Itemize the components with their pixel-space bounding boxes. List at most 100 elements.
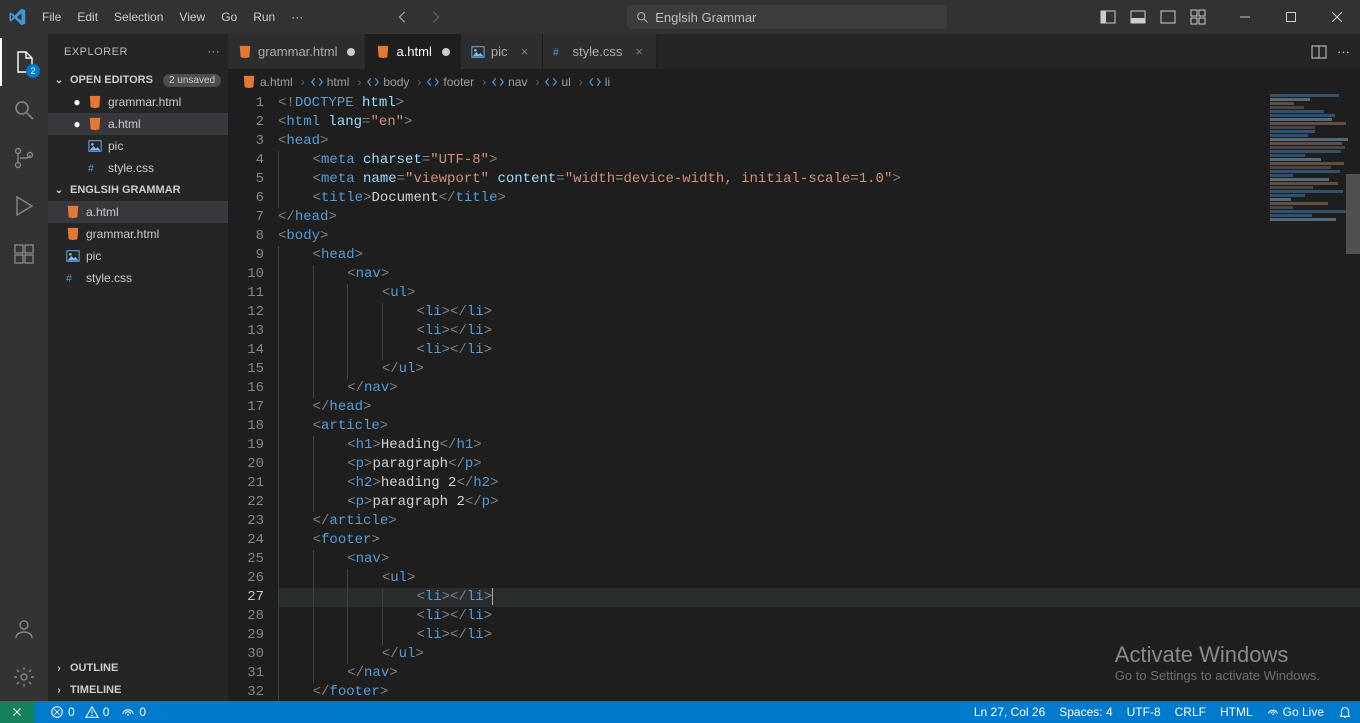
svg-text:#: #	[88, 163, 94, 175]
svg-text:#: #	[553, 46, 559, 58]
dirty-indicator-icon	[442, 48, 450, 56]
activity-explorer-icon[interactable]: 2	[0, 38, 48, 86]
status-notifications-icon[interactable]	[1338, 705, 1352, 719]
status-errors[interactable]: 0 0	[50, 705, 109, 719]
chevron-down-icon: ⌄	[52, 75, 66, 86]
open-editor-item[interactable]: ●grammar.html	[48, 91, 228, 113]
file-css-icon: #	[66, 271, 80, 285]
activity-settings-icon[interactable]	[0, 653, 48, 701]
status-bar: 0 0 0 Ln 27, Col 26 Spaces: 4 UTF-8 CRLF…	[0, 701, 1360, 723]
editor-area: grammar.htmla.htmlpic×#style.css× ··· a.…	[228, 34, 1360, 701]
symbol-element-icon	[311, 76, 323, 88]
activity-accounts-icon[interactable]	[0, 605, 48, 653]
file-html-icon	[242, 75, 256, 89]
close-icon[interactable]: ×	[632, 44, 646, 59]
layout-customize-icon[interactable]	[1184, 3, 1212, 31]
outline-header[interactable]: › OUTLINE	[48, 657, 228, 679]
layout-toggle-panel-icon[interactable]	[1124, 3, 1152, 31]
breadcrumb-item[interactable]: nav›	[492, 75, 543, 89]
command-center-search[interactable]: Englsih Grammar	[627, 5, 947, 29]
code-content[interactable]: <!DOCTYPE html><html lang="en"><head> <m…	[278, 94, 1360, 701]
chevron-right-icon: ›	[52, 685, 66, 696]
activity-search-icon[interactable]	[0, 86, 48, 134]
menu-item-selection[interactable]: Selection	[106, 0, 171, 34]
watermark-title: Activate Windows	[1115, 642, 1320, 668]
menu-more[interactable]: ···	[283, 0, 311, 34]
layout-toggle-sidebar-icon[interactable]	[1094, 3, 1122, 31]
open-editor-item[interactable]: #style.css	[48, 157, 228, 179]
close-icon[interactable]: ×	[518, 44, 532, 59]
menu-item-edit[interactable]: Edit	[69, 0, 106, 34]
symbol-element-icon	[427, 76, 439, 88]
unsaved-badge: 2 unsaved	[163, 74, 221, 87]
open-editor-item[interactable]: ●a.html	[48, 113, 228, 135]
more-actions-icon[interactable]: ···	[1337, 44, 1350, 59]
file-html-icon	[376, 45, 390, 59]
vertical-scrollbar[interactable]	[1346, 94, 1360, 701]
windows-activation-watermark: Activate Windows Go to Settings to activ…	[1115, 642, 1320, 683]
folder-file-item[interactable]: #style.css	[48, 267, 228, 289]
folder-file-item[interactable]: pic	[48, 245, 228, 267]
open-editors-header[interactable]: ⌄ OPEN EDITORS 2 unsaved	[48, 69, 228, 91]
breadcrumb-item[interactable]: li	[589, 75, 610, 89]
layout-toggle-secondary-icon[interactable]	[1154, 3, 1182, 31]
nav-back-icon[interactable]	[391, 5, 415, 29]
window-close-icon[interactable]	[1314, 0, 1360, 34]
activity-extensions-icon[interactable]	[0, 230, 48, 278]
sidebar-title: EXPLORER	[64, 46, 128, 58]
status-encoding[interactable]: UTF-8	[1127, 705, 1161, 719]
breadcrumb-item[interactable]: html›	[311, 75, 366, 89]
nav-forward-icon[interactable]	[423, 5, 447, 29]
breadcrumb-item[interactable]: body›	[367, 75, 425, 89]
breadcrumb-item[interactable]: footer›	[427, 75, 490, 89]
folder-header[interactable]: ⌄ ENGLSIH GRAMMAR	[48, 179, 228, 201]
activity-run-debug-icon[interactable]	[0, 182, 48, 230]
title-bar: FileEditSelectionViewGoRun ··· Englsih G…	[0, 0, 1360, 34]
search-icon	[636, 11, 649, 24]
file-html-icon	[66, 205, 80, 219]
outline-label: OUTLINE	[70, 662, 118, 674]
sidebar-more-icon[interactable]: ···	[208, 46, 221, 58]
editor-body[interactable]: 1234567891011121314151617181920212223242…	[228, 94, 1360, 701]
status-spaces[interactable]: Spaces: 4	[1059, 705, 1112, 719]
breadcrumbs[interactable]: a.html›html›body›footer›nav›ul›li	[228, 69, 1360, 94]
menu-item-file[interactable]: File	[34, 0, 69, 34]
window-minimize-icon[interactable]	[1222, 0, 1268, 34]
tab-pic[interactable]: pic×	[461, 34, 543, 69]
timeline-header[interactable]: › TIMELINE	[48, 679, 228, 701]
status-language[interactable]: HTML	[1220, 705, 1253, 719]
file-html-icon	[66, 227, 80, 241]
activity-source-control-icon[interactable]	[0, 134, 48, 182]
folder-file-item[interactable]: a.html	[48, 201, 228, 223]
status-eol[interactable]: CRLF	[1175, 705, 1206, 719]
search-text: Englsih Grammar	[655, 10, 756, 25]
file-image-icon	[66, 249, 80, 263]
open-editor-item[interactable]: pic	[48, 135, 228, 157]
split-editor-icon[interactable]	[1311, 44, 1327, 60]
menu-item-go[interactable]: Go	[213, 0, 245, 34]
tab-style-css[interactable]: #style.css×	[543, 34, 658, 69]
folder-file-item[interactable]: grammar.html	[48, 223, 228, 245]
breadcrumb-item[interactable]: a.html›	[242, 75, 309, 89]
menu-item-view[interactable]: View	[171, 0, 213, 34]
window-maximize-icon[interactable]	[1268, 0, 1314, 34]
line-gutter: 1234567891011121314151617181920212223242…	[228, 94, 278, 701]
breadcrumb-item[interactable]: ul›	[545, 75, 586, 89]
status-cursor[interactable]: Ln 27, Col 26	[974, 705, 1045, 719]
file-css-icon: #	[88, 161, 102, 175]
status-go-live[interactable]: Go Live	[1267, 705, 1324, 719]
tab-grammar-html[interactable]: grammar.html	[228, 34, 366, 69]
tab-a-html[interactable]: a.html	[366, 34, 460, 69]
explorer-badge: 2	[26, 64, 40, 78]
remote-indicator-icon[interactable]	[0, 701, 34, 723]
vscode-logo-icon	[0, 8, 34, 26]
menu-item-run[interactable]: Run	[245, 0, 283, 34]
tab-row: grammar.htmla.htmlpic×#style.css× ···	[228, 34, 1360, 69]
chevron-down-icon: ⌄	[52, 185, 66, 196]
watermark-subtitle: Go to Settings to activate Windows.	[1115, 668, 1320, 683]
symbol-element-icon	[545, 76, 557, 88]
file-html-icon	[238, 45, 252, 59]
timeline-label: TIMELINE	[70, 684, 121, 696]
file-html-icon	[88, 117, 102, 131]
status-ports[interactable]: 0	[121, 705, 146, 719]
